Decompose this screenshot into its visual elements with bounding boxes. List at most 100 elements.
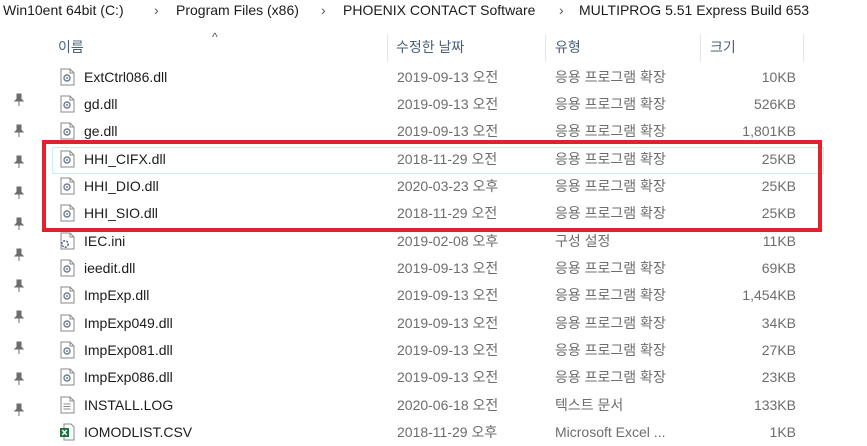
file-type: 응용 프로그램 확장: [555, 260, 666, 276]
column-header-type[interactable]: 유형: [555, 32, 581, 62]
file-type: 응용 프로그램 확장: [555, 178, 666, 194]
file-size: 1,454KB: [742, 287, 796, 303]
file-size: 526KB: [753, 96, 796, 112]
file-name: gd.dll: [84, 96, 118, 112]
dll-file-icon: [60, 68, 75, 86]
column-header-row: ^ 이름 수정한 날짜 유형 크기: [0, 30, 867, 62]
column-divider[interactable]: [803, 34, 804, 62]
file-name: IOMODLIST.CSV: [84, 424, 193, 440]
breadcrumb-item-phoenix[interactable]: PHOENIX CONTACT Software: [343, 0, 535, 20]
file-type: Microsoft Excel ...: [555, 424, 666, 440]
column-header-date[interactable]: 수정한 날짜: [396, 32, 464, 62]
file-date: 2020-03-23 오후: [397, 178, 499, 194]
file-row[interactable]: ieedit.dll 2019-09-13 오전 응용 프로그램 확장 69KB: [0, 255, 867, 282]
file-size: 25KB: [761, 151, 796, 167]
file-name: ExtCtrl086.dll: [84, 69, 168, 85]
file-size: 1KB: [769, 424, 796, 440]
sort-ascending-icon: ^: [212, 30, 218, 44]
file-row[interactable]: ge.dll 2019-09-13 오전 응용 프로그램 확장 1,801KB: [0, 118, 867, 145]
breadcrumb-separator[interactable]: ›: [321, 0, 326, 20]
file-type: 응용 프로그램 확장: [555, 205, 666, 221]
file-row[interactable]: ImpExp.dll 2019-09-13 오전 응용 프로그램 확장 1,45…: [0, 282, 867, 309]
file-row[interactable]: INSTALL.LOG 2020-06-18 오전 텍스트 문서 133KB: [0, 392, 867, 419]
column-header-name[interactable]: 이름: [58, 32, 84, 62]
file-row[interactable]: IOMODLIST.CSV 2018-11-29 오후 Microsoft Ex…: [0, 419, 867, 446]
file-type: 응용 프로그램 확장: [555, 96, 666, 112]
file-row[interactable]: ImpExp086.dll 2019-09-13 오전 응용 프로그램 확장 2…: [0, 364, 867, 391]
column-divider[interactable]: [700, 34, 701, 62]
file-row[interactable]: ExtCtrl086.dll 2019-09-13 오전 응용 프로그램 확장 …: [0, 64, 867, 91]
file-size: 34KB: [761, 315, 796, 331]
file-row[interactable]: IEC.ini 2019-02-08 오후 구성 설정 11KB: [0, 228, 867, 255]
dll-file-icon: [60, 341, 75, 359]
file-date: 2018-11-29 오전: [397, 151, 498, 167]
breadcrumb-item-multiprog[interactable]: MULTIPROG 5.51 Express Build 653: [579, 0, 809, 20]
file-name: ImpExp086.dll: [84, 369, 173, 385]
file-type: 응용 프로그램 확장: [555, 342, 666, 358]
ini-file-icon: [60, 232, 75, 250]
file-type: 구성 설정: [555, 233, 611, 249]
file-name: ImpExp049.dll: [84, 315, 173, 331]
file-type: 응용 프로그램 확장: [555, 123, 666, 139]
file-date: 2019-09-13 오전: [397, 96, 499, 112]
file-name: ImpExp.dll: [84, 287, 150, 303]
file-row[interactable]: ImpExp081.dll 2019-09-13 오전 응용 프로그램 확장 2…: [0, 337, 867, 364]
file-date: 2019-02-08 오후: [397, 233, 499, 249]
file-row[interactable]: HHI_DIO.dll 2020-03-23 오후 응용 프로그램 확장 25K…: [0, 173, 867, 200]
text-file-icon: [60, 396, 75, 414]
file-date: 2019-09-13 오전: [397, 69, 499, 85]
dll-file-icon: [60, 314, 75, 332]
file-date: 2019-09-13 오전: [397, 342, 499, 358]
dll-file-icon: [60, 204, 75, 222]
file-size: 23KB: [761, 369, 796, 385]
column-header-size[interactable]: 크기: [710, 32, 736, 62]
file-size: 69KB: [761, 260, 796, 276]
file-name: IEC.ini: [84, 233, 126, 249]
file-row[interactable]: ImpExp049.dll 2019-09-13 오전 응용 프로그램 확장 3…: [0, 310, 867, 337]
file-type: 응용 프로그램 확장: [555, 369, 666, 385]
file-size: 25KB: [761, 205, 796, 221]
column-divider[interactable]: [387, 34, 388, 62]
file-date: 2019-09-13 오전: [397, 315, 499, 331]
file-date: 2020-06-18 오전: [397, 397, 499, 413]
file-size: 27KB: [761, 342, 796, 358]
file-size: 10KB: [761, 69, 796, 85]
file-date: 2019-09-13 오전: [397, 123, 499, 139]
file-date: 2018-11-29 오후: [397, 424, 498, 440]
file-type: 응용 프로그램 확장: [555, 151, 666, 167]
file-size: 1,801KB: [742, 123, 796, 139]
file-row[interactable]: HHI_CIFX.dll 2018-11-29 오전 응용 프로그램 확장 25…: [0, 146, 867, 173]
dll-file-icon: [60, 95, 75, 113]
file-row[interactable]: gd.dll 2019-09-13 오전 응용 프로그램 확장 526KB: [0, 91, 867, 118]
dll-file-icon: [60, 368, 75, 386]
column-divider[interactable]: [545, 34, 546, 62]
file-type: 응용 프로그램 확장: [555, 287, 666, 303]
file-name: ieedit.dll: [84, 260, 136, 276]
breadcrumb-item-drive[interactable]: Win10ent 64bit (C:): [3, 0, 124, 20]
file-size: 25KB: [761, 178, 796, 194]
file-date: 2019-09-13 오전: [397, 369, 499, 385]
dll-file-icon: [60, 286, 75, 304]
file-name: ge.dll: [84, 123, 118, 139]
file-date: 2018-11-29 오전: [397, 205, 498, 221]
dll-file-icon: [60, 177, 75, 195]
file-name: HHI_SIO.dll: [84, 205, 158, 221]
breadcrumb-separator[interactable]: ›: [559, 0, 564, 20]
excel-file-icon: [60, 423, 75, 441]
file-type: 응용 프로그램 확장: [555, 315, 666, 331]
file-name: ImpExp081.dll: [84, 342, 173, 358]
dll-file-icon: [60, 259, 75, 277]
file-row[interactable]: HHI_SIO.dll 2018-11-29 오전 응용 프로그램 확장 25K…: [0, 200, 867, 227]
file-type: 텍스트 문서: [555, 397, 624, 413]
file-type: 응용 프로그램 확장: [555, 69, 666, 85]
file-name: INSTALL.LOG: [84, 397, 174, 413]
breadcrumb: Win10ent 64bit (C:) › Program Files (x86…: [0, 0, 867, 24]
file-date: 2019-09-13 오전: [397, 287, 499, 303]
dll-file-icon: [60, 122, 75, 140]
breadcrumb-item-program-files[interactable]: Program Files (x86): [176, 0, 299, 20]
file-name: HHI_DIO.dll: [84, 178, 159, 194]
file-name: HHI_CIFX.dll: [84, 151, 166, 167]
breadcrumb-separator[interactable]: ›: [154, 0, 159, 20]
file-date: 2019-09-13 오전: [397, 260, 499, 276]
file-size: 11KB: [762, 233, 796, 249]
